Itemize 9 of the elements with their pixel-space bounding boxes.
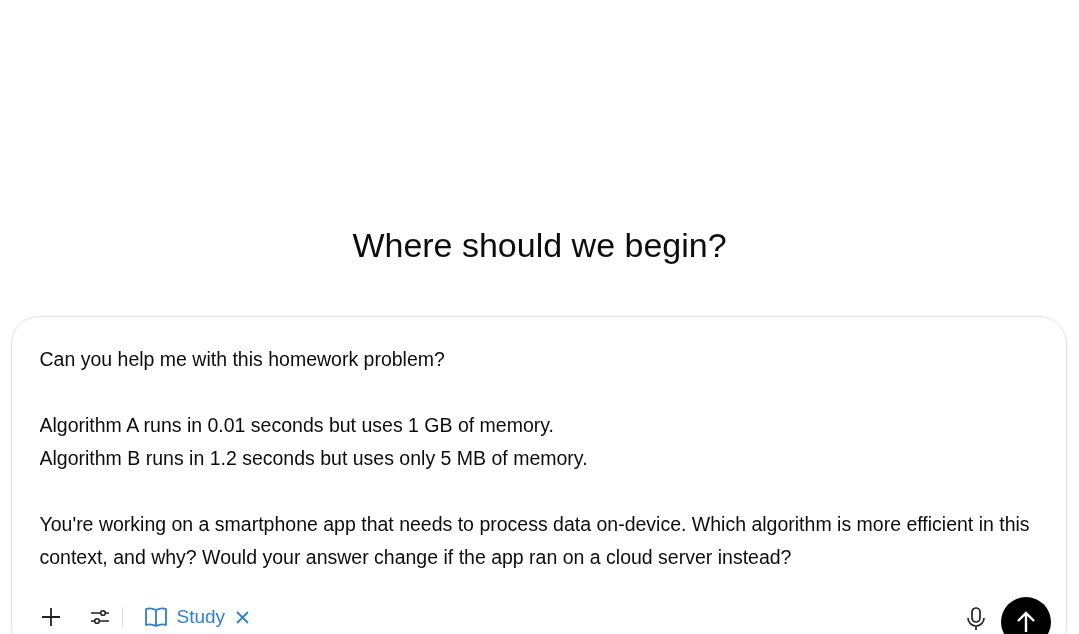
close-icon[interactable] — [236, 610, 250, 624]
plus-icon[interactable] — [40, 607, 61, 627]
heading: Where should we begin? — [352, 225, 727, 266]
book-icon — [143, 606, 168, 628]
microphone-icon[interactable] — [966, 607, 985, 631]
study-chip[interactable]: Study — [143, 602, 250, 632]
prompt-input[interactable]: Can you help me with this homework problem? Algorithm A runs in 0.01 seconds but uses 1 GB of memory. Algorithm B runs in 1.2 seconds but uses only 5 MB of memory. You're working on a smartphone app that needs to process data on-device. Which algorithm is more efficient in this context, and why? Would your answer change if the app ran on a cloud server instead? — [39, 343, 1040, 591]
arrow-up-icon — [1015, 611, 1036, 633]
send-button[interactable] — [1000, 597, 1051, 634]
